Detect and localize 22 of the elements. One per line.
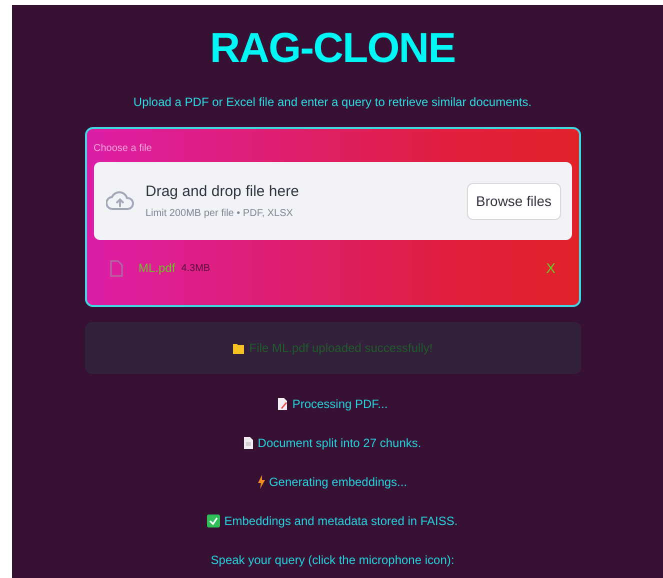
memo-icon bbox=[277, 396, 288, 410]
cloud-upload-icon bbox=[106, 190, 134, 212]
dropzone-title: Drag and drop file here bbox=[146, 183, 300, 200]
success-message: File ML.pdf uploaded successfully! bbox=[249, 341, 433, 355]
file-name: ML.pdf bbox=[138, 261, 176, 275]
lightning-icon bbox=[258, 474, 265, 488]
status-message: Processing PDF... bbox=[292, 396, 388, 410]
browse-files-button[interactable]: Browse files bbox=[467, 182, 560, 220]
dropzone-hint: Limit 200MB per file • PDF, XLSX bbox=[146, 208, 294, 219]
status-message: Generating embeddings... bbox=[268, 474, 408, 488]
page-icon bbox=[244, 436, 254, 450]
status-message: Document split into 27 chunks. bbox=[258, 436, 422, 450]
checkbox-icon bbox=[207, 514, 220, 528]
status-message: Embeddings and metadata stored in FAISS. bbox=[224, 514, 458, 528]
status-message: Speak your query (click the microphone icon): bbox=[210, 552, 454, 566]
app-subtitle: Upload a PDF or Excel file and enter a query to retrieve similar documents. bbox=[133, 95, 532, 109]
file-size: 4.3MB bbox=[181, 262, 212, 274]
app-title: RAG-CLONE bbox=[210, 23, 456, 73]
dropzone[interactable]: Drag and drop file here Limit 200MB per file • PDF, XLSX Browse files bbox=[94, 162, 572, 240]
uploader-label: Choose a file bbox=[94, 143, 152, 154]
folder-icon bbox=[232, 342, 246, 354]
file-icon bbox=[110, 260, 122, 276]
